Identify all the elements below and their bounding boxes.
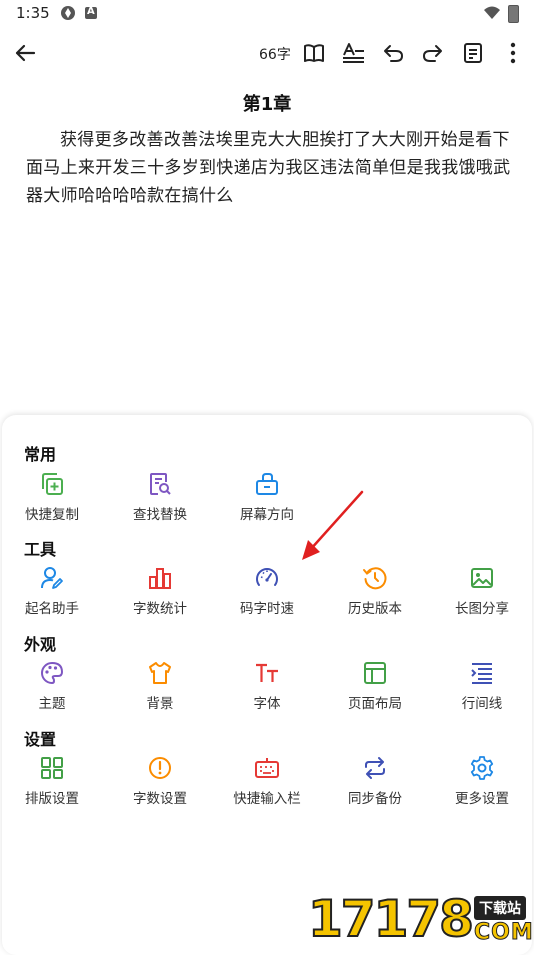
back-button[interactable] <box>10 38 40 68</box>
document-icon <box>464 43 482 63</box>
redo-button[interactable] <box>418 38 448 68</box>
tool-label: 更多设置 <box>455 791 509 807</box>
background-button[interactable]: 背景 <box>110 660 210 712</box>
tool-label: 起名助手 <box>25 601 79 617</box>
line-spacing-button[interactable]: 行间线 <box>432 660 532 712</box>
editor-toolbar: 66字 <box>0 30 534 76</box>
text-format-icon <box>343 43 364 63</box>
find-replace-icon <box>150 473 171 495</box>
typesetting-settings-button[interactable]: 排版设置 <box>2 755 102 807</box>
quick-copy-button[interactable]: 快捷复制 <box>2 471 102 523</box>
outline-button[interactable] <box>458 38 488 68</box>
tool-label: 快捷输入栏 <box>233 791 301 807</box>
annotation-arrow <box>302 490 364 560</box>
section-title-appearance: 外观 <box>24 635 57 654</box>
page-layout-button[interactable]: 页面布局 <box>325 660 425 712</box>
word-count[interactable]: 66字 <box>259 44 291 64</box>
word-stats-icon <box>149 568 171 589</box>
shirt-icon <box>149 662 171 684</box>
status-bar: 1:35 <box>0 0 534 28</box>
more-vertical-icon <box>510 42 516 64</box>
naming-assistant-icon <box>41 567 63 589</box>
undo-icon <box>384 45 403 62</box>
battery-icon <box>508 5 519 23</box>
tool-label: 同步备份 <box>348 791 402 807</box>
app-notification-icon <box>61 6 75 20</box>
font-button[interactable]: 字体 <box>217 660 317 712</box>
image-share-icon <box>471 568 493 588</box>
palette-icon <box>41 661 64 685</box>
history-version-button[interactable]: 历史版本 <box>325 565 425 617</box>
keyboard-icon <box>255 758 279 778</box>
quick-input-bar-button[interactable]: 快捷输入栏 <box>217 755 317 807</box>
line-spacing-icon <box>471 663 492 684</box>
gear-icon <box>470 756 494 780</box>
long-image-share-button[interactable]: 长图分享 <box>432 565 532 617</box>
typing-speed-button[interactable]: 码字时速 <box>217 565 317 617</box>
tool-label: 长图分享 <box>455 601 509 617</box>
more-options-button[interactable] <box>498 38 528 68</box>
watermark-number: 17178 <box>307 889 475 949</box>
sync-icon <box>365 757 385 779</box>
tools-bottom-sheet: 常用 工具 外观 设置 快捷复制 查找替换 屏幕方向 起名助手 字数统计 码字时… <box>2 415 532 955</box>
copy-plus-icon <box>42 473 63 495</box>
android-notification-icon <box>85 6 97 19</box>
sync-backup-button[interactable]: 同步备份 <box>325 755 425 807</box>
more-settings-button[interactable]: 更多设置 <box>432 755 532 807</box>
word-stats-button[interactable]: 字数统计 <box>110 565 210 617</box>
history-icon <box>363 567 387 590</box>
watermark-suffix: COM <box>474 920 534 946</box>
tool-label: 行间线 <box>461 696 503 712</box>
tool-label: 字数设置 <box>133 791 187 807</box>
alert-circle-icon <box>149 757 171 779</box>
naming-assistant-button[interactable]: 起名助手 <box>2 565 102 617</box>
read-mode-button[interactable] <box>299 38 329 68</box>
redo-icon <box>423 45 442 62</box>
tool-label: 背景 <box>146 696 174 712</box>
layout-icon <box>364 662 386 684</box>
tool-label: 快捷复制 <box>25 507 79 523</box>
site-watermark: 17178 下载站 COM <box>307 888 534 950</box>
undo-button[interactable] <box>378 38 408 68</box>
grid-layout-icon <box>41 757 63 779</box>
word-count-settings-button[interactable]: 字数设置 <box>110 755 210 807</box>
screen-orientation-icon <box>256 473 278 495</box>
tool-label: 历史版本 <box>348 601 402 617</box>
text-format-button[interactable] <box>338 38 368 68</box>
section-title-settings: 设置 <box>24 730 57 749</box>
font-icon <box>256 663 278 682</box>
wifi-icon <box>484 6 500 19</box>
tool-label: 字体 <box>253 696 281 712</box>
speedometer-icon <box>256 568 278 586</box>
tool-label: 查找替换 <box>133 507 187 523</box>
book-icon <box>304 44 324 62</box>
tool-label: 码字时速 <box>240 601 294 617</box>
section-title-common: 常用 <box>24 445 57 464</box>
section-title-tools: 工具 <box>24 540 57 559</box>
theme-button[interactable]: 主题 <box>2 660 102 712</box>
tool-label: 排版设置 <box>25 791 79 807</box>
find-replace-button[interactable]: 查找替换 <box>110 471 210 523</box>
back-arrow-icon <box>15 44 36 62</box>
tool-label: 字数统计 <box>133 601 187 617</box>
chapter-title[interactable]: 第1章 <box>0 90 534 116</box>
watermark-badge: 下载站 <box>474 896 526 920</box>
chapter-body-text[interactable]: 获得更多改善改善法埃里克大大胆挨打了大大刚开始是看下面马上来开发三十多岁到快递店… <box>26 126 512 210</box>
tool-label: 页面布局 <box>348 696 402 712</box>
tool-label: 主题 <box>38 696 66 712</box>
status-time: 1:35 <box>16 4 50 22</box>
